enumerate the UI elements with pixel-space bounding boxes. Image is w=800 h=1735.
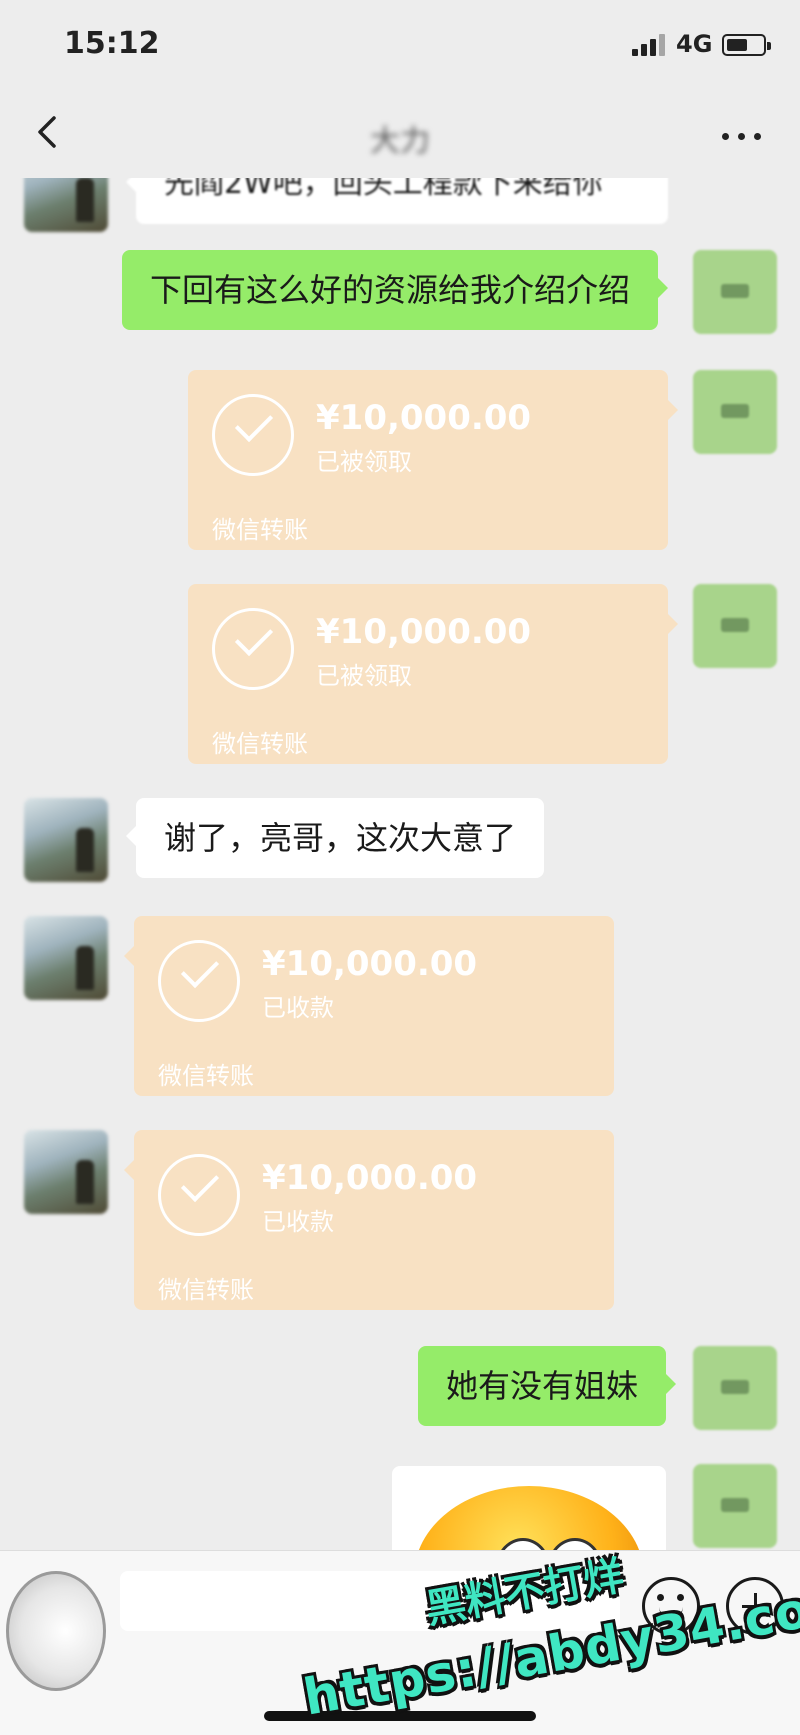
self-avatar[interactable] bbox=[693, 1464, 777, 1548]
status-time: 15:12 bbox=[64, 26, 160, 61]
chat-header: 大力 bbox=[0, 92, 800, 178]
emoji-face-sticker bbox=[414, 1486, 644, 1550]
self-avatar[interactable] bbox=[693, 370, 777, 454]
message-bubble-self: 她有没有姐妹 bbox=[418, 1346, 677, 1426]
transfer-label: 微信转账 bbox=[158, 1062, 254, 1090]
transfer-amount: ¥10,000.00 bbox=[316, 612, 532, 652]
check-icon bbox=[158, 940, 240, 1022]
message-bubble-contact: 谢了，亮哥，这次大意了 bbox=[125, 798, 545, 878]
more-icon[interactable] bbox=[718, 116, 766, 156]
check-icon bbox=[158, 1154, 240, 1236]
transfer-label: 微信转账 bbox=[212, 516, 308, 544]
transfer-status: 已收款 bbox=[262, 1208, 334, 1236]
check-icon bbox=[212, 394, 294, 476]
sticker-message[interactable] bbox=[392, 1466, 666, 1550]
transfer-card[interactable]: ¥10,000.00 已收款 微信转账 bbox=[124, 1130, 614, 1310]
transfer-amount: ¥10,000.00 bbox=[262, 1158, 478, 1198]
home-indicator[interactable] bbox=[264, 1711, 536, 1721]
check-icon bbox=[212, 608, 294, 690]
self-avatar[interactable] bbox=[693, 250, 777, 334]
voice-icon[interactable] bbox=[6, 1571, 106, 1691]
transfer-status: 已收款 bbox=[262, 994, 334, 1022]
self-avatar[interactable] bbox=[693, 584, 777, 668]
contact-avatar[interactable] bbox=[24, 798, 108, 882]
chat-title: 大力 bbox=[370, 124, 430, 159]
transfer-status: 已被领取 bbox=[316, 662, 412, 690]
message-bubble-self: 下回有这么好的资源给我介绍介绍 bbox=[122, 250, 669, 330]
message-bubble-partial: 先阎2W吧，回头工程款下来给你 bbox=[126, 178, 668, 224]
transfer-amount: ¥10,000.00 bbox=[316, 398, 532, 438]
transfer-label: 微信转账 bbox=[212, 730, 308, 758]
transfer-status: 已被领取 bbox=[316, 448, 412, 476]
signal-icon bbox=[632, 34, 666, 56]
self-avatar[interactable] bbox=[693, 1346, 777, 1430]
transfer-card[interactable]: ¥10,000.00 已被领取 微信转账 bbox=[188, 584, 678, 764]
transfer-card[interactable]: ¥10,000.00 已收款 微信转账 bbox=[124, 916, 614, 1096]
transfer-card[interactable]: ¥10,000.00 已被领取 微信转账 bbox=[188, 370, 678, 550]
status-bar: 15:12 4G bbox=[0, 0, 800, 92]
contact-avatar[interactable] bbox=[24, 916, 108, 1000]
transfer-amount: ¥10,000.00 bbox=[262, 944, 478, 984]
transfer-label: 微信转账 bbox=[158, 1276, 254, 1304]
message-list[interactable]: 先阎2W吧，回头工程款下来给你 下回有这么好的资源给我介绍介绍 ¥10,000.… bbox=[0, 178, 800, 1550]
network-type: 4G bbox=[676, 30, 713, 58]
contact-avatar[interactable] bbox=[24, 178, 108, 232]
contact-avatar[interactable] bbox=[24, 1130, 108, 1214]
battery-icon bbox=[722, 34, 771, 56]
